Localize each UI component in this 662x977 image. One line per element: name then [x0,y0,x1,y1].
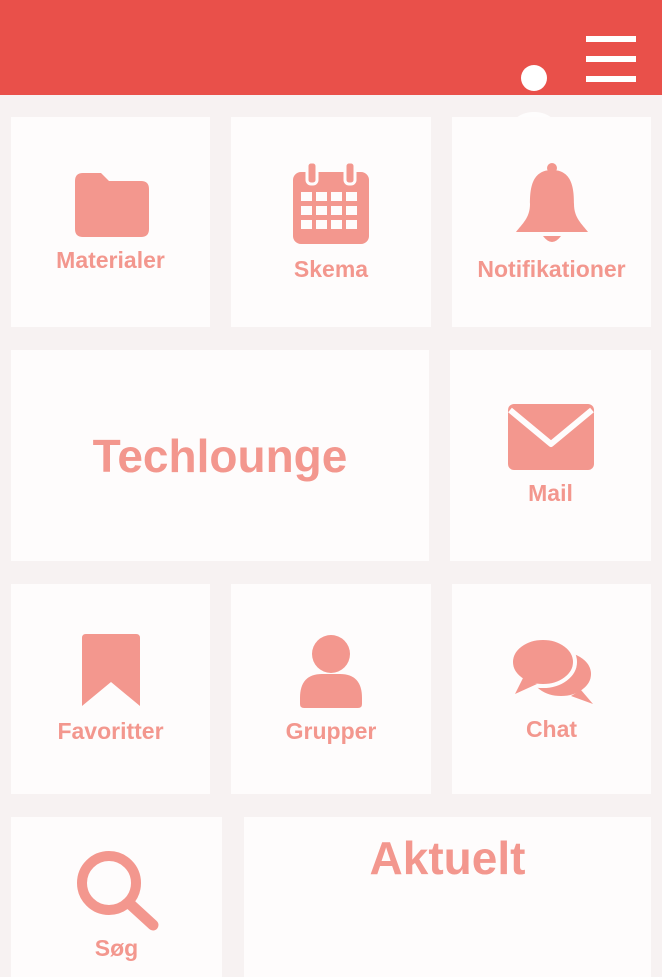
tile-materialer-label: Materialer [56,246,165,273]
bell-icon [515,162,588,242]
search-icon [76,851,158,931]
tile-aktuelt[interactable]: Aktuelt [244,817,651,977]
envelope-icon [507,404,594,470]
tile-notifikationer-label: Notifikationer [477,255,626,282]
tile-grupper-label: Grupper [285,717,377,744]
techlounge-title: Techlounge [92,429,348,482]
tile-grupper[interactable]: Grupper [231,584,431,794]
hamburger-line [586,76,636,82]
bookmark-icon [81,633,140,706]
tile-notifikationer[interactable]: Notifikationer [452,117,651,327]
tile-favoritter[interactable]: Favoritter [11,584,210,794]
chat-bubbles-icon [508,635,595,704]
person-icon [300,634,362,708]
hamburger-line [586,56,636,62]
tile-mail[interactable]: Mail [450,350,651,561]
tile-skema[interactable]: Skema [231,117,431,327]
tile-materialer[interactable]: Materialer [11,117,210,327]
aktuelt-title: Aktuelt [369,832,526,884]
tile-soeg[interactable]: Søg [11,817,222,977]
tile-techlounge[interactable]: Techlounge [11,350,429,561]
calendar-icon [293,161,369,244]
folder-icon [74,172,149,237]
tile-mail-label: Mail [528,480,573,506]
tile-skema-label: Skema [293,255,369,282]
menu-button[interactable] [586,34,638,86]
tile-favoritter-label: Favoritter [57,717,164,744]
tile-chat-label: Chat [525,715,578,742]
hamburger-menu-icon [586,36,636,42]
tile-soeg-label: Søg [94,935,139,961]
tile-chat[interactable]: Chat [452,584,651,794]
